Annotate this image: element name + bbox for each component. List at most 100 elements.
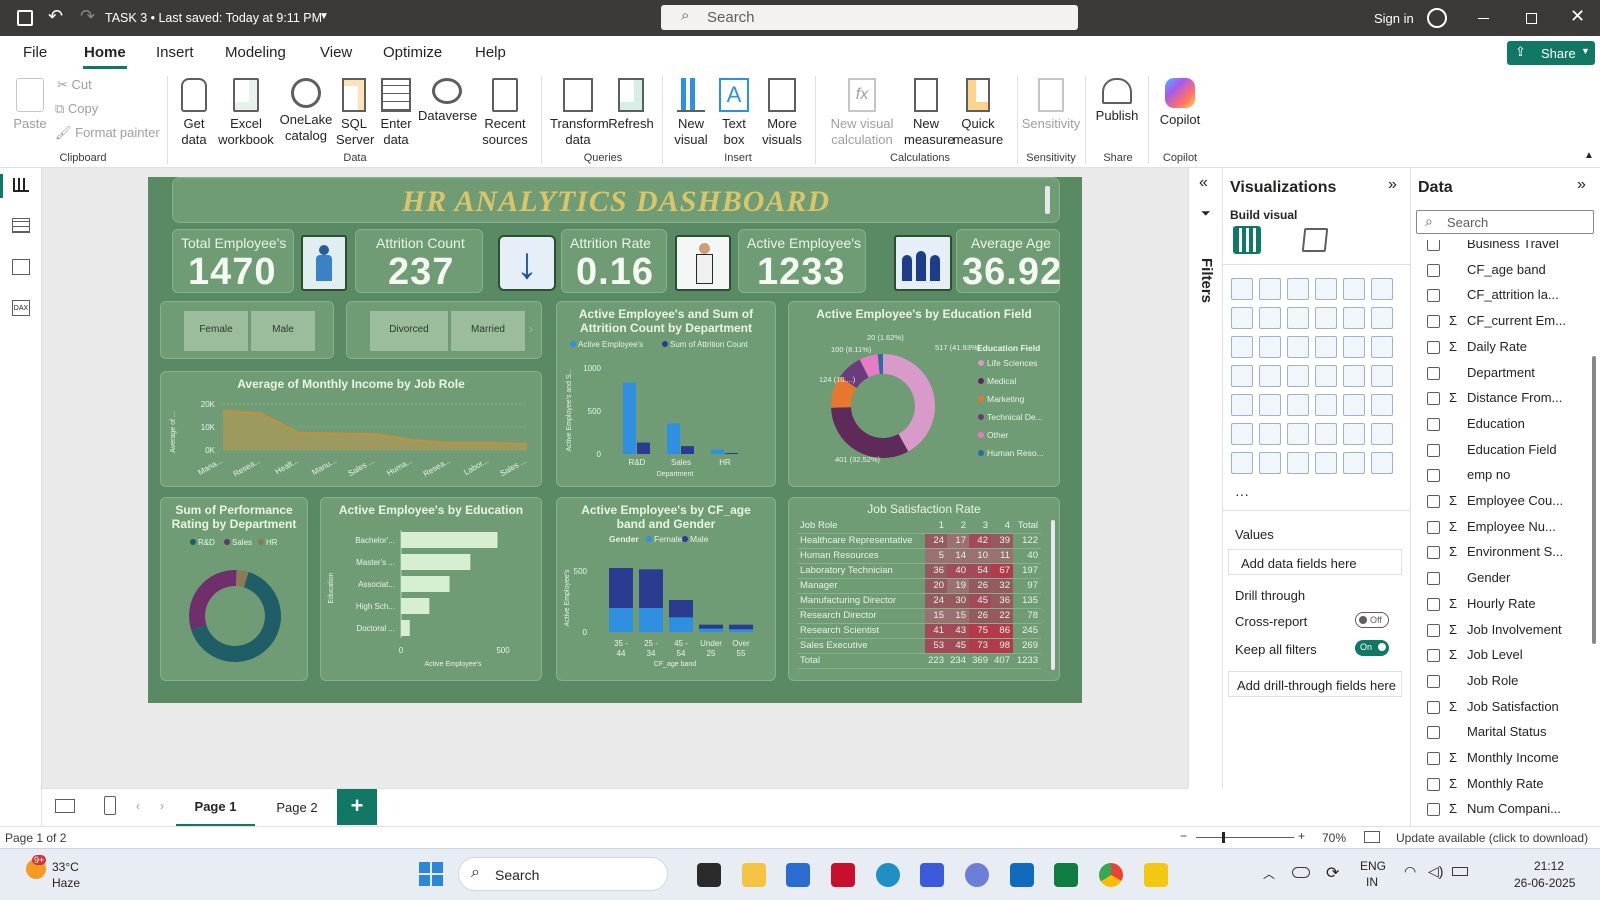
table-row[interactable]: Research Scientist 41 43 75 86 245 — [797, 623, 1041, 639]
100-area-icon[interactable] — [1315, 307, 1337, 329]
stacked-area-icon[interactable] — [1287, 307, 1309, 329]
model-view-icon[interactable] — [12, 259, 30, 275]
format-visual-icon[interactable] — [1301, 228, 1329, 252]
update-notice[interactable]: Update available (click to download) — [1396, 831, 1588, 845]
filters-pane-collapsed[interactable]: « ⏷ Filters — [1188, 168, 1223, 788]
field-name[interactable]: CF_current Em... — [1467, 313, 1566, 328]
slicer-divorced[interactable]: Divorced — [370, 311, 448, 351]
wifi-icon[interactable]: ◠ — [1404, 863, 1416, 880]
dax-query-view-icon[interactable]: DAX — [12, 300, 30, 316]
ageband-chart[interactable]: Active Employee's by CF_age band and Gen… — [556, 497, 776, 681]
sign-in-link[interactable]: Sign in — [1374, 11, 1414, 26]
paginated-icon[interactable] — [1231, 452, 1253, 474]
publish-button[interactable]: Publish — [1094, 78, 1140, 124]
transform-data-button[interactable]: Transform data — [550, 78, 609, 148]
taskbar-search[interactable]: ⌕ Search — [458, 857, 668, 891]
kpi-icon[interactable] — [1259, 394, 1281, 416]
treemap-icon[interactable] — [1231, 365, 1253, 387]
field-checkbox[interactable] — [1427, 546, 1440, 560]
expand-right-icon[interactable]: » — [1388, 176, 1397, 194]
field-checkbox[interactable] — [1427, 623, 1440, 637]
zoom-in-button[interactable]: + — [1298, 829, 1305, 843]
funnel-icon[interactable] — [1287, 336, 1309, 358]
python-visual-icon[interactable] — [1231, 423, 1253, 445]
field-checkbox[interactable] — [1427, 366, 1440, 380]
field-name[interactable]: Business Travel — [1467, 240, 1559, 251]
power-apps-icon[interactable] — [1259, 452, 1281, 474]
field-name[interactable]: Distance From... — [1467, 390, 1562, 405]
field-name[interactable]: Education — [1467, 416, 1525, 431]
field-name[interactable]: Job Level — [1467, 647, 1523, 662]
menu-home[interactable]: Home — [84, 44, 126, 61]
field-checkbox[interactable] — [1427, 803, 1440, 817]
diamond-icon[interactable] — [1343, 452, 1365, 474]
column-header[interactable]: 1 — [925, 518, 947, 534]
minimize-icon[interactable] — [1478, 18, 1489, 19]
job-satisfaction-matrix[interactable]: Job Satisfaction Rate Job Role 1 2 3 4 Total H… — [788, 497, 1060, 681]
undo-icon[interactable]: ↶ — [48, 6, 63, 27]
menu-modeling[interactable]: Modeling — [225, 44, 286, 61]
pie-icon[interactable] — [1343, 336, 1365, 358]
narrative-icon[interactable] — [1343, 423, 1365, 445]
table-row[interactable]: Research Director 15 15 26 22 78 — [797, 608, 1041, 624]
dataverse-button[interactable]: Dataverse — [418, 78, 477, 124]
new-measure-button[interactable]: New measure — [904, 78, 955, 148]
powerbi-app-icon[interactable] — [1144, 863, 1168, 887]
map-icon[interactable] — [1259, 365, 1281, 387]
power-automate-icon[interactable] — [920, 863, 944, 887]
volume-icon[interactable]: ◁) — [1428, 863, 1443, 880]
expand-right-icon[interactable]: » — [1577, 176, 1586, 194]
redo-icon[interactable]: ↷ — [80, 6, 95, 27]
page-tab-1[interactable]: Page 1 — [176, 789, 255, 827]
sql-server-button[interactable]: SQL Server — [336, 78, 374, 148]
mobile-layout-icon[interactable] — [104, 796, 116, 815]
field-checkbox[interactable] — [1427, 417, 1440, 431]
add-page-button[interactable]: + — [337, 789, 377, 825]
field-checkbox[interactable] — [1427, 340, 1440, 354]
field-name[interactable]: Department — [1467, 365, 1535, 380]
table-row[interactable]: Sales Executive 53 45 73 98 269 — [797, 638, 1041, 654]
column-header[interactable]: Job Role — [797, 518, 925, 534]
scrollbar[interactable] — [1051, 520, 1055, 670]
more-visuals-button[interactable]: More visuals — [756, 78, 808, 148]
search-input[interactable]: ⌕ Search — [661, 5, 1078, 30]
slicer-icon[interactable] — [1287, 394, 1309, 416]
table-row[interactable]: Manager 20 19 26 32 97 — [797, 578, 1041, 594]
onedrive-icon[interactable] — [1292, 867, 1310, 878]
maximize-icon[interactable] — [1526, 13, 1537, 24]
field-checkbox[interactable] — [1427, 392, 1440, 406]
dept-chart[interactable]: Active Employee's and Sum of Attrition C… — [556, 301, 776, 487]
onelake-button[interactable]: OneLake catalog — [278, 78, 334, 144]
field-name[interactable]: CF_age band — [1467, 262, 1546, 277]
line-column-icon[interactable] — [1343, 307, 1365, 329]
donut-icon[interactable] — [1371, 336, 1393, 358]
field-checkbox[interactable] — [1427, 572, 1440, 586]
key-influencers-icon[interactable] — [1259, 423, 1281, 445]
sensitivity-button[interactable]: Sensitivity — [1020, 78, 1082, 132]
new-visual-button[interactable]: New visual — [669, 78, 713, 148]
perf-chart[interactable]: Sum of Performance Rating by Department … — [160, 497, 308, 681]
area-icon[interactable] — [1259, 307, 1281, 329]
field-name[interactable]: Job Involvement — [1467, 622, 1562, 637]
collapse-ribbon-icon[interactable]: ▲ — [1584, 150, 1594, 161]
edu-field-chart[interactable]: Active Employee's by Education Field 517… — [788, 301, 1060, 487]
fit-page-icon[interactable] — [1364, 831, 1380, 843]
show-hidden-icons[interactable]: ︿ — [1263, 865, 1275, 882]
cross-report-toggle[interactable]: Off — [1355, 612, 1389, 628]
file-explorer-icon[interactable] — [742, 863, 766, 887]
edge-icon[interactable] — [876, 863, 900, 887]
field-name[interactable]: Hourly Rate — [1467, 596, 1536, 611]
field-name[interactable]: Employee Cou... — [1467, 493, 1563, 508]
chrome-icon[interactable] — [1099, 863, 1123, 887]
field-name[interactable]: Gender — [1467, 570, 1510, 585]
menu-view[interactable]: View — [320, 44, 352, 61]
table-view-icon[interactable] — [12, 218, 30, 233]
field-checkbox[interactable] — [1427, 700, 1440, 714]
ribbon-icon[interactable] — [1231, 336, 1253, 358]
quick-measure-button[interactable]: Quick measure — [952, 78, 1004, 148]
slicer-female[interactable]: Female — [184, 311, 248, 351]
field-checkbox[interactable] — [1427, 777, 1440, 791]
waterfall-icon[interactable] — [1259, 336, 1281, 358]
trophy-icon[interactable] — [1371, 423, 1393, 445]
field-checkbox[interactable] — [1427, 263, 1440, 277]
